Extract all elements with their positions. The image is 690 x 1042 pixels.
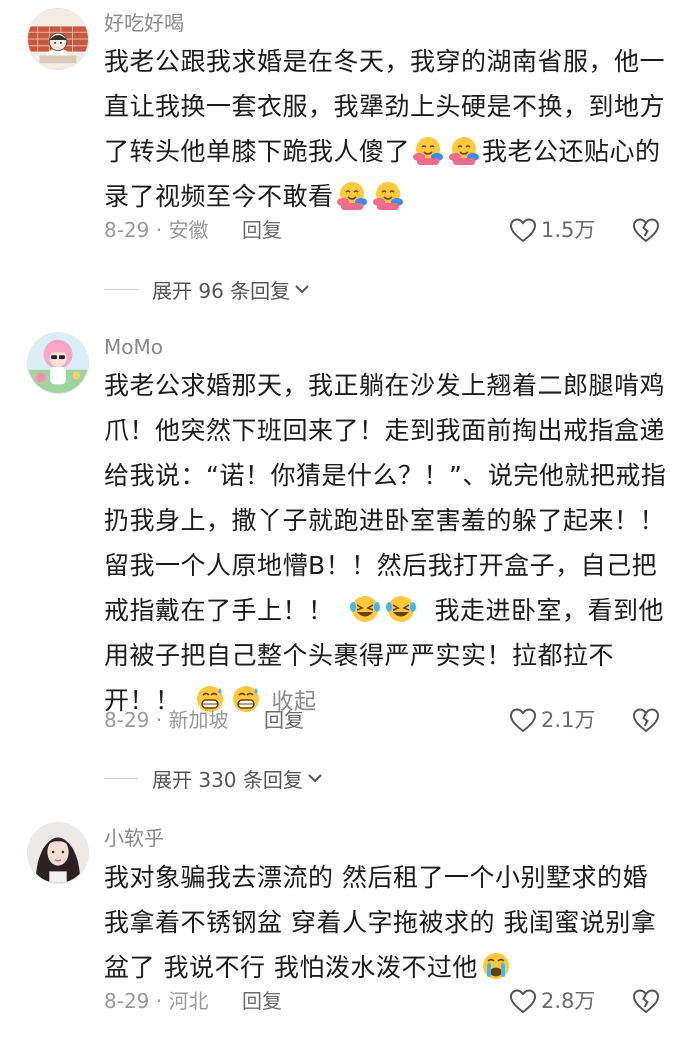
divider-line xyxy=(104,777,138,779)
hugging-face-emoji-icon xyxy=(413,137,444,165)
broken-heart-icon[interactable] xyxy=(632,706,660,734)
hugging-face-emoji-icon xyxy=(336,182,367,210)
loudly-crying-emoji-icon xyxy=(482,953,509,979)
comment-text: 我对象骗我去漂流的 然后租了一个小别墅求的婚我拿着不锈钢盆 穿着人字拖被求的 我… xyxy=(104,855,664,990)
comment-time-location: 8-29 · 河北 xyxy=(104,989,209,1013)
comment-text-segment: 我对象骗我去漂流的 然后租了一个小别墅求的婚我拿着不锈钢盆 穿着人字拖被求的 我… xyxy=(104,863,657,982)
laughing-crying-emoji-icon xyxy=(385,596,416,622)
heart-icon xyxy=(509,218,537,243)
expand-replies-button[interactable]: 展开 330 条回复 xyxy=(104,763,324,793)
broken-heart-icon[interactable] xyxy=(632,216,660,244)
like-count: 2.8万 xyxy=(541,989,596,1013)
laughing-crying-emoji-icon xyxy=(349,596,380,622)
comment-text: 我老公求婚那天，我正躺在沙发上翘着二郎腿啃鸡爪！他突然下班回来了！走到我面前掏出… xyxy=(104,363,674,725)
comment-username[interactable]: 小软乎 xyxy=(104,826,164,850)
like-button[interactable]: 1.5万 xyxy=(509,215,595,245)
hugging-face-emoji-icon xyxy=(449,137,480,165)
comment-meta: 8-29 · 河北 回复 2.8万 xyxy=(104,986,660,1016)
comment-text: 我老公跟我求婚是在冬天，我穿的湖南省服，他一直让我换一套衣服，我犟劲上头硬是不换… xyxy=(104,39,674,219)
like-count: 2.1万 xyxy=(541,708,596,732)
comment-meta: 8-29 · 新加坡 回复 2.1万 xyxy=(104,705,660,735)
expand-replies-button[interactable]: 展开 96 条回复 xyxy=(104,274,311,304)
like-count: 1.5万 xyxy=(541,218,596,242)
broken-heart-icon[interactable] xyxy=(632,987,660,1015)
girl-photo-avatar-icon[interactable] xyxy=(27,822,89,884)
comment-username[interactable]: 好吃好喝 xyxy=(104,11,184,35)
divider-line xyxy=(104,288,138,290)
like-button[interactable]: 2.1万 xyxy=(509,705,595,735)
comment-meta: 8-29 · 安徽 回复 1.5万 xyxy=(104,215,660,245)
like-button[interactable]: 2.8万 xyxy=(509,986,595,1016)
reply-button[interactable]: 回复 xyxy=(242,215,282,245)
heart-icon xyxy=(509,989,537,1014)
heart-icon xyxy=(509,708,537,733)
reply-button[interactable]: 回复 xyxy=(264,705,304,735)
comment-username[interactable]: MoMo xyxy=(104,335,163,359)
comment-text-segment: 我老公求婚那天，我正躺在沙发上翘着二郎腿啃鸡爪！他突然下班回来了！走到我面前掏出… xyxy=(104,371,667,625)
reply-button[interactable]: 回复 xyxy=(242,986,282,1016)
pink-hair-avatar-icon[interactable] xyxy=(27,332,89,394)
chevron-down-icon xyxy=(295,285,309,294)
cartoon-avatar-icon[interactable] xyxy=(27,8,89,70)
hugging-face-emoji-icon xyxy=(372,182,403,210)
comment-time-location: 8-29 · 新加坡 xyxy=(104,708,229,732)
expand-replies-label: 展开 96 条回复 xyxy=(152,278,291,303)
expand-replies-label: 展开 330 条回复 xyxy=(152,767,303,792)
chevron-down-icon xyxy=(308,774,322,783)
comment-time-location: 8-29 · 安徽 xyxy=(104,218,209,242)
